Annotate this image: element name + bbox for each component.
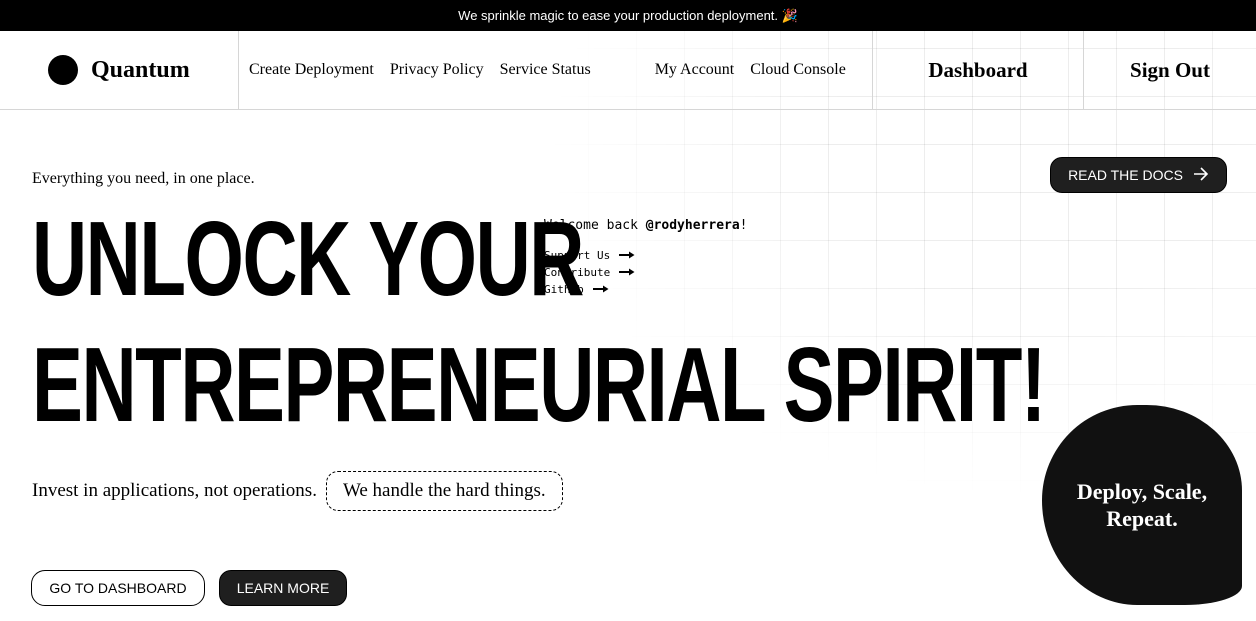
learn-more-button[interactable]: LEARN MORE: [219, 570, 347, 606]
nav-link-my-account[interactable]: My Account: [655, 61, 735, 79]
welcome-prefix: Welcome back: [544, 218, 646, 233]
side-links: Support Us Contribute Github: [544, 248, 635, 296]
nav-links: Create Deployment Privacy Policy Service…: [239, 31, 872, 109]
welcome-username: @rodyherrera: [645, 218, 740, 233]
navbar: Quantum Create Deployment Privacy Policy…: [0, 31, 1256, 110]
nav-link-cloud-console[interactable]: Cloud Console: [750, 61, 846, 79]
nav-link-privacy-policy[interactable]: Privacy Policy: [390, 61, 484, 79]
read-the-docs-label: READ THE DOCS: [1068, 167, 1183, 183]
logo-circle-icon: [48, 55, 78, 85]
blob-text: Deploy, Scale, Repeat.: [1076, 479, 1208, 531]
hero-title: UNLOCK YOUR ENTREPRENEURIAL SPIRIT!: [32, 196, 1046, 448]
long-arrow-right-icon: [619, 268, 635, 276]
go-to-dashboard-button[interactable]: GO TO DASHBOARD: [31, 570, 205, 606]
sign-out-button[interactable]: Sign Out: [1083, 31, 1256, 109]
arrow-right-icon: [1193, 166, 1209, 184]
long-arrow-right-icon: [592, 285, 609, 293]
long-arrow-right-icon: [619, 251, 635, 259]
contribute-label: Contribute: [544, 265, 611, 279]
deploy-scale-repeat-blob: Deploy, Scale, Repeat.: [1042, 405, 1242, 605]
contribute-link[interactable]: Contribute: [544, 265, 635, 279]
support-us-label: Support Us: [544, 248, 611, 262]
nav-link-service-status[interactable]: Service Status: [500, 61, 591, 79]
support-us-link[interactable]: Support Us: [544, 248, 635, 262]
welcome-suffix: !: [739, 218, 748, 233]
handle-badge: We handle the hard things.: [325, 471, 563, 511]
hero-title-line-2: ENTREPRENEURIAL SPIRIT!: [32, 326, 1046, 444]
invest-row: Invest in applications, not operations. …: [32, 471, 563, 511]
github-label: Github: [544, 282, 584, 296]
hero-tagline: Everything you need, in one place.: [32, 170, 255, 187]
nav-link-create-deployment[interactable]: Create Deployment: [249, 61, 374, 79]
read-the-docs-button[interactable]: READ THE DOCS: [1050, 157, 1227, 193]
invest-text: Invest in applications, not operations.: [32, 480, 317, 501]
dashboard-nav-button[interactable]: Dashboard: [872, 31, 1083, 109]
announcement-text: We sprinkle magic to ease your productio…: [458, 7, 798, 23]
brand-link[interactable]: Quantum: [0, 31, 239, 109]
welcome-message: Welcome back @rodyherrera!: [544, 218, 748, 233]
announcement-bar: We sprinkle magic to ease your productio…: [0, 0, 1256, 31]
brand-name: Quantum: [91, 56, 190, 83]
github-link[interactable]: Github: [544, 282, 635, 296]
